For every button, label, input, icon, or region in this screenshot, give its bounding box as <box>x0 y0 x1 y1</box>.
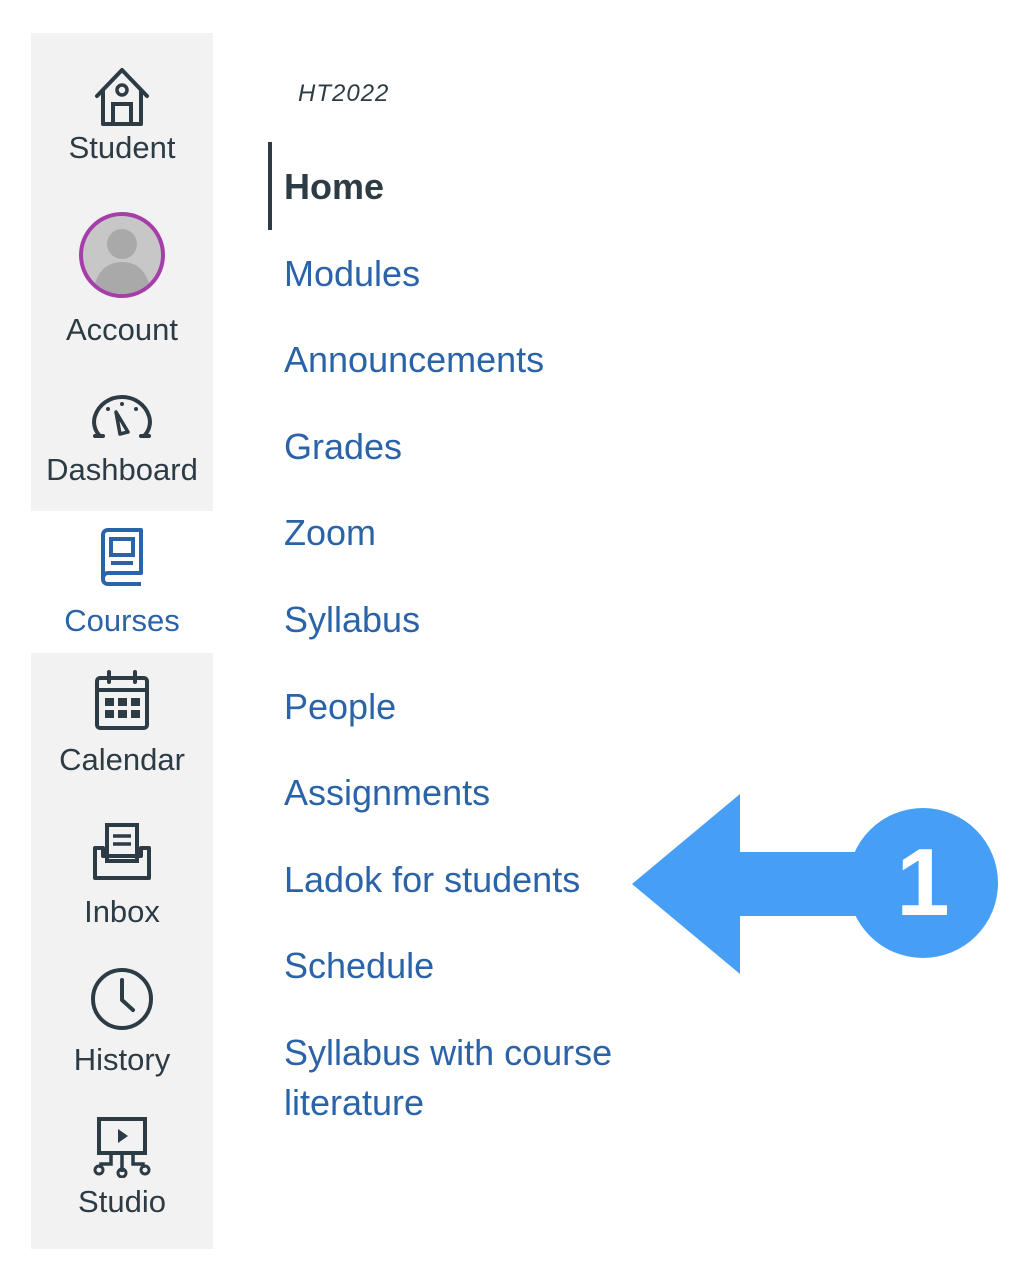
course-nav-announcements[interactable]: Announcements <box>284 335 544 385</box>
inbox-icon <box>93 823 151 880</box>
global-nav-label: Student <box>68 130 176 165</box>
global-nav-label: History <box>73 1042 171 1077</box>
global-nav-student[interactable]: Student <box>31 62 213 166</box>
global-nav-account[interactable]: Account <box>31 212 213 348</box>
user-silhouette-icon <box>93 229 151 294</box>
course-nav-assignments[interactable]: Assignments <box>284 768 490 818</box>
clock-icon <box>91 968 153 1030</box>
global-nav-dashboard[interactable]: Dashboard <box>31 392 213 488</box>
calendar-icon <box>95 670 149 730</box>
course-nav-ladok-for-students[interactable]: Ladok for students <box>284 855 580 905</box>
studio-icon <box>93 1117 151 1178</box>
global-nav-inbox[interactable]: Inbox <box>31 822 213 930</box>
course-nav-grades[interactable]: Grades <box>284 422 402 472</box>
avatar <box>79 212 165 298</box>
global-nav-calendar[interactable]: Calendar <box>31 670 213 778</box>
house-icon <box>95 68 149 126</box>
global-nav-history[interactable]: History <box>31 966 213 1078</box>
term-label: HT2022 <box>298 80 390 107</box>
global-nav-label: Courses <box>64 603 180 638</box>
course-nav-home[interactable]: Home <box>284 162 384 212</box>
course-nav-modules[interactable]: Modules <box>284 249 420 299</box>
active-indicator <box>268 142 272 230</box>
course-nav-syllabus-with-course-literature[interactable]: Syllabus with course literature <box>284 1028 644 1128</box>
global-nav-label: Studio <box>78 1184 166 1219</box>
course-nav-syllabus[interactable]: Syllabus <box>284 595 420 645</box>
global-nav-label: Account <box>65 312 178 347</box>
callout-badge: 1 <box>848 808 998 958</box>
global-nav-courses[interactable]: Courses <box>31 511 213 653</box>
global-nav-label: Inbox <box>84 894 160 929</box>
course-nav-schedule[interactable]: Schedule <box>284 941 434 991</box>
course-nav-people[interactable]: People <box>284 682 396 732</box>
course-nav-zoom[interactable]: Zoom <box>284 508 376 558</box>
book-icon <box>101 528 143 586</box>
global-nav-label: Dashboard <box>46 452 198 487</box>
global-nav-studio[interactable]: Studio <box>31 1116 213 1220</box>
global-nav-label: Calendar <box>59 742 185 777</box>
speedometer-icon <box>92 394 152 438</box>
